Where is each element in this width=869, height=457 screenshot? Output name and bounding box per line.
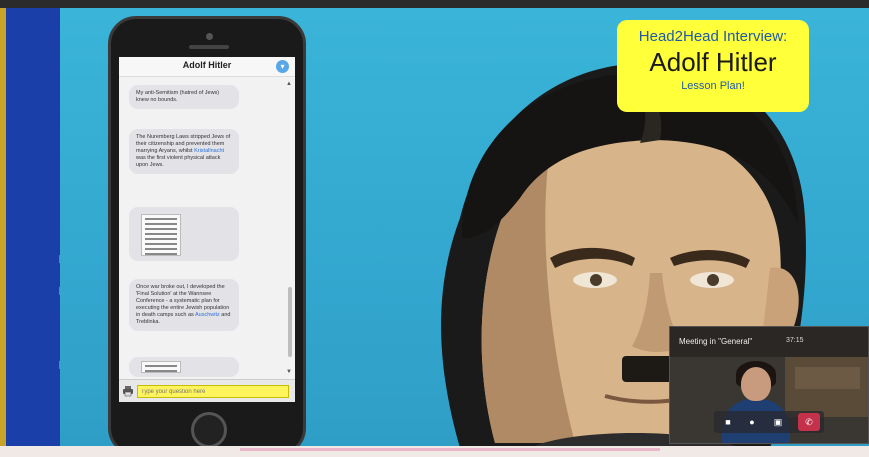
- meeting-background-shelf: [795, 367, 860, 389]
- video-frame: activehistory.co.uk Adolf Hitler ▾ My an…: [0, 0, 869, 457]
- meeting-timer: 37:15: [786, 337, 804, 344]
- bottom-border: [0, 446, 869, 457]
- meeting-title: Meeting in "General": [679, 337, 753, 346]
- question-input[interactable]: [137, 385, 289, 398]
- newspaper-clipping-image: [141, 361, 181, 373]
- call-controls-bar: ■ ● ▣ ✆: [714, 411, 824, 433]
- phone-home-button: [191, 412, 227, 448]
- badge-caption: Lesson Plan!: [681, 80, 745, 92]
- badge-subtitle: Head2Head Interview:: [638, 28, 788, 45]
- site-brand-text: activehistory.co.uk: [52, 8, 60, 448]
- chat-message: Once war broke out, I developed the 'Fin…: [129, 279, 239, 331]
- meeting-video-overlay: Meeting in "General" 37:15 ■ ● ▣ ✆: [669, 326, 869, 444]
- chat-message-image[interactable]: [129, 207, 239, 261]
- auschwitz-link[interactable]: Auschwitz: [195, 312, 220, 318]
- phone-speaker: [189, 45, 229, 49]
- message-text: was the first violent physical attack up…: [136, 155, 221, 168]
- chat-message: My anti-Semitism (hatred of Jews) knew n…: [129, 85, 239, 109]
- newspaper-clipping-image: [141, 214, 181, 256]
- chat-title: Adolf Hitler: [182, 60, 232, 70]
- brand-strip: activehistory.co.uk: [0, 8, 60, 448]
- chat-message: The Nuremberg Laws stripped Jews of thei…: [129, 129, 239, 174]
- chevron-down-icon[interactable]: ▾: [276, 60, 289, 73]
- chat-message-image[interactable]: [129, 357, 239, 377]
- scroll-up-arrow-icon[interactable]: ▲: [286, 81, 292, 87]
- printer-icon[interactable]: [122, 385, 134, 397]
- interview-title-badge: Head2Head Interview: Adolf Hitler Lesson…: [617, 20, 809, 112]
- participant-face: [741, 367, 771, 401]
- brand-strip-edge: [0, 8, 6, 448]
- hang-up-icon[interactable]: ✆: [798, 413, 820, 431]
- video-camera-icon[interactable]: ■: [720, 415, 736, 429]
- scroll-down-arrow-icon[interactable]: ▼: [286, 369, 292, 375]
- smartphone-mockup: Adolf Hitler ▾ My anti-Semitism (hatred …: [108, 16, 306, 448]
- chat-input-bar: [119, 379, 295, 402]
- kristallnacht-link[interactable]: Kristallnacht: [194, 148, 224, 154]
- phone-camera: [206, 33, 213, 40]
- chat-header: Adolf Hitler ▾: [119, 57, 295, 77]
- microphone-icon[interactable]: ●: [744, 415, 760, 429]
- bottom-accent-line: [240, 448, 660, 451]
- badge-title: Adolf Hitler: [649, 47, 777, 77]
- message-text: My anti-Semitism (hatred of Jews) knew n…: [136, 90, 220, 103]
- share-screen-icon[interactable]: ▣: [770, 415, 786, 429]
- chat-screen: Adolf Hitler ▾ My anti-Semitism (hatred …: [119, 57, 295, 402]
- chat-scrollbar-thumb[interactable]: [288, 287, 292, 357]
